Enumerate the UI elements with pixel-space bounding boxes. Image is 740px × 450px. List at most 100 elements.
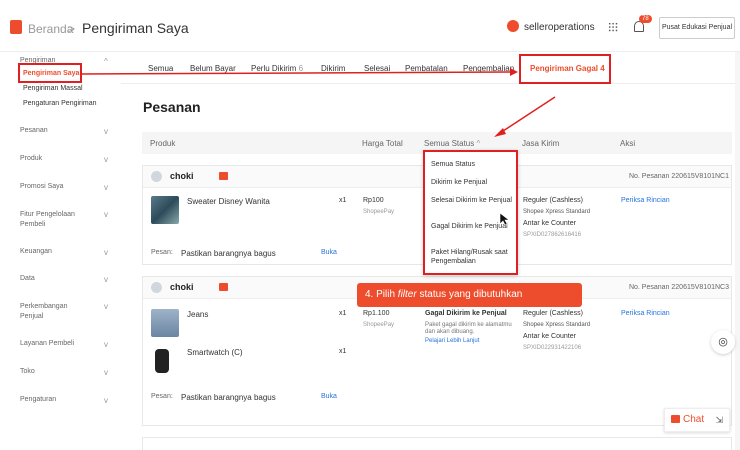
- order-price: Rp1.100: [363, 310, 390, 317]
- status-option-sent-to-seller[interactable]: Dikirim ke Penjual: [431, 178, 515, 187]
- buyer-name[interactable]: choki: [170, 171, 194, 181]
- shipment-status: Gagal Dikirim ke Penjual: [425, 310, 507, 317]
- buyer-name[interactable]: choki: [170, 282, 194, 292]
- tab-belum-bayar[interactable]: Belum Bayar: [190, 64, 236, 73]
- sidebar-item-label: Perkembangan Penjual: [20, 303, 68, 320]
- status-dropdown: Semua Status Dikirim ke Penjual Selesai …: [423, 150, 518, 275]
- orders-panel: Semua Belum Bayar Perlu Dikirim 6 Dikiri…: [121, 52, 735, 450]
- buyer-avatar: [151, 282, 162, 293]
- sidebar-item-produk[interactable]: Produk v: [10, 155, 108, 164]
- sidebar-item-pesanan[interactable]: Pesanan v: [10, 127, 108, 136]
- order-card-3: [142, 437, 732, 450]
- sidebar-item-label: Promosi Saya: [20, 183, 64, 190]
- tracking-number: SPXID027862616416: [523, 232, 582, 238]
- sidebar-item-layanan[interactable]: Layanan Pembeli v: [10, 340, 108, 349]
- chevron-up-icon: ^: [476, 139, 481, 148]
- sidebar-item-pengaturan[interactable]: Pengaturan v: [10, 396, 108, 405]
- order-number: No. Pesanan 220615V8101NC3: [628, 284, 729, 291]
- sidebar-item-fitur-pembeli[interactable]: Fitur Pengelolaan Pembeli v: [10, 210, 108, 230]
- sidebar-item-label: Produk: [20, 155, 43, 162]
- view-details-link[interactable]: Periksa Rincian: [621, 197, 670, 204]
- shop-avatar-icon[interactable]: [507, 20, 519, 32]
- product-name: Jeans: [187, 310, 209, 319]
- tab-pembatalan[interactable]: Pembatalan: [405, 64, 448, 73]
- chevron-down-icon: v: [104, 248, 108, 257]
- product-image[interactable]: [155, 349, 169, 373]
- note-open-link[interactable]: Buka: [321, 393, 337, 400]
- status-option-lost-damaged[interactable]: Paket Hilang/Rusak saat Pengembalian: [431, 248, 515, 266]
- chat-button[interactable]: Chat ⇲: [664, 408, 730, 432]
- headset-icon[interactable]: ◎: [711, 330, 735, 354]
- column-header-courier: Jasa Kirim: [522, 139, 560, 148]
- status-option-all[interactable]: Semua Status: [431, 160, 515, 169]
- sidebar-item-label: Fitur Pengelolaan Pembeli: [20, 211, 75, 228]
- sidebar-item-toko[interactable]: Toko v: [10, 368, 108, 377]
- chevron-down-icon: v: [104, 127, 108, 136]
- section-title: Pesanan: [143, 99, 201, 115]
- callout-suffix: status yang dibutuhkan: [416, 289, 523, 300]
- product-image[interactable]: [151, 196, 179, 224]
- apps-grid-icon[interactable]: [608, 22, 618, 32]
- column-header-total: Harga Total: [362, 139, 403, 148]
- note-open-link[interactable]: Buka: [321, 249, 337, 256]
- chevron-down-icon: v: [104, 210, 108, 219]
- order-price: Rp100: [363, 197, 384, 204]
- shipment-status-desc: Paket gagal dikirim ke alamatmu dan akan…: [425, 322, 512, 335]
- breadcrumb-home[interactable]: Beranda: [28, 22, 73, 36]
- breadcrumb-separator: >: [68, 22, 76, 36]
- product-name: Sweater Disney Wanita: [187, 197, 270, 206]
- top-bar: Beranda > Pengiriman Saya selleroperatio…: [0, 0, 740, 52]
- chevron-down-icon: v: [104, 183, 108, 192]
- sidebar-item-label: Keuangan: [20, 248, 52, 255]
- product-qty: x1: [339, 310, 347, 317]
- annotation-highlight-sidebar: [18, 63, 82, 83]
- chevron-down-icon: v: [104, 275, 108, 284]
- status-option-delivered-to-seller[interactable]: Selesai Dikirim ke Penjual: [431, 196, 515, 205]
- sidebar-item-perkembangan[interactable]: Perkembangan Penjual v: [10, 302, 108, 322]
- callout-emphasis: filter: [397, 289, 417, 300]
- buyer-avatar: [151, 171, 162, 182]
- tab-perlu-dikirim[interactable]: Perlu Dikirim 6: [251, 64, 303, 73]
- sidebar-subitem-pengaturan-pengiriman[interactable]: Pengaturan Pengiriman: [23, 100, 97, 107]
- note-text: Pastikan barangnya bagus: [181, 393, 276, 402]
- chat-bubble-icon: [671, 415, 680, 424]
- notification-badge: 78: [639, 15, 652, 23]
- product-name: Smartwatch (C): [187, 348, 243, 357]
- payment-method: ShopeePay: [363, 322, 395, 328]
- status-filter-toggle[interactable]: Semua Status ^: [424, 139, 480, 148]
- courier-method: Antar ke Counter: [523, 220, 576, 227]
- sidebar-item-label: Data: [20, 275, 35, 282]
- product-qty: x1: [339, 197, 347, 204]
- tab-dikirim[interactable]: Dikirim: [321, 64, 345, 73]
- chevron-down-icon: v: [104, 340, 108, 349]
- tab-selesai[interactable]: Selesai: [364, 64, 390, 73]
- column-header-product: Produk: [150, 139, 176, 148]
- sidebar: Pengiriman ^ Pengiriman Saya Pengiriman …: [0, 52, 120, 450]
- sidebar-item-keuangan[interactable]: Keuangan v: [10, 248, 108, 257]
- callout-prefix: 4. Pilih: [365, 289, 398, 300]
- edu-center-button[interactable]: Pusat Edukasi Penjual: [659, 17, 735, 39]
- sidebar-item-label: Pengaturan: [20, 396, 57, 403]
- product-image[interactable]: [151, 309, 179, 337]
- chevron-down-icon: v: [104, 155, 108, 164]
- sidebar-item-data[interactable]: Data v: [10, 275, 108, 284]
- sidebar-item-promosi[interactable]: Promosi Saya v: [10, 183, 108, 192]
- page-title: Pengiriman Saya: [82, 20, 189, 36]
- chat-icon[interactable]: [219, 283, 228, 291]
- sidebar-item-label: Pesanan: [20, 127, 48, 134]
- username[interactable]: selleroperations: [524, 22, 595, 33]
- view-details-link[interactable]: Periksa Rincian: [621, 310, 670, 317]
- tab-semua[interactable]: Semua: [148, 64, 173, 73]
- chat-icon[interactable]: [219, 172, 228, 180]
- main-area: Semua Belum Bayar Perlu Dikirim 6 Dikiri…: [121, 52, 740, 450]
- tab-pengembalian[interactable]: Pengembalian: [463, 64, 514, 73]
- learn-more-link[interactable]: Pelajari Lebih Lanjut: [425, 338, 479, 344]
- courier-service: Shopee Xpress Standard: [523, 322, 591, 328]
- sidebar-subitem-pengiriman-massal[interactable]: Pengiriman Massal: [23, 85, 83, 92]
- chat-button-label: Chat: [683, 414, 705, 425]
- order-number: No. Pesanan 220615V8101NC1: [628, 173, 729, 180]
- tab-label: Perlu Dikirim: [251, 64, 297, 73]
- courier-name: Reguler (Cashless): [523, 197, 583, 204]
- chevron-down-icon: v: [104, 368, 108, 377]
- shopee-logo-icon[interactable]: [10, 20, 22, 34]
